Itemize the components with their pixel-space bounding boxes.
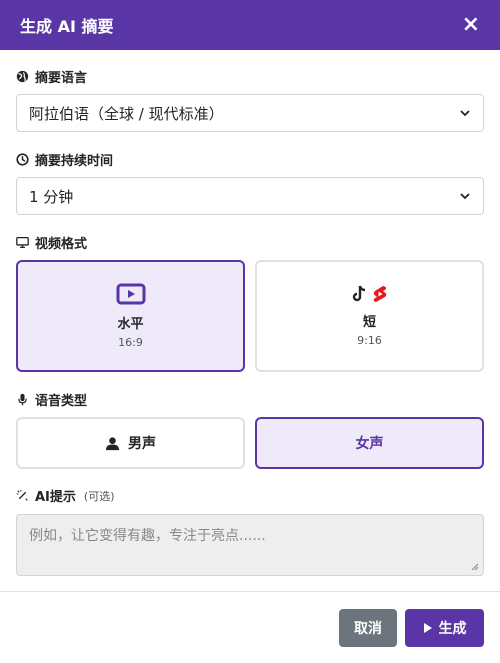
close-button[interactable]: × xyxy=(462,14,480,36)
voice-option-female[interactable]: 女声 xyxy=(255,417,484,469)
duration-select[interactable]: 1 分钟 xyxy=(16,177,484,215)
format-option-name: 水平 xyxy=(117,317,144,332)
voice-type-label: 语音类型 xyxy=(35,394,88,409)
format-option-ratio: 9:16 xyxy=(357,334,382,347)
footer-divider xyxy=(0,591,500,592)
ai-prompt-label: AI提示 xyxy=(35,490,76,505)
cancel-button[interactable]: 取消 xyxy=(339,609,397,647)
duration-select-value: 1 分钟 xyxy=(29,187,74,206)
video-format-label: 视频格式 xyxy=(35,237,88,252)
youtube-play-icon xyxy=(116,283,145,305)
voice-option-male[interactable]: 男声 xyxy=(16,417,245,469)
shorts-icon xyxy=(373,286,386,302)
microphone-icon xyxy=(18,393,27,406)
language-label: 摘要语言 xyxy=(35,71,88,86)
video-format-label-row: 视频格式 xyxy=(16,233,87,252)
generate-button[interactable]: 生成 xyxy=(405,609,484,647)
ai-prompt-placeholder: 例如，让它变得有趣，专注于亮点...... xyxy=(29,528,266,544)
short-icons xyxy=(352,285,388,303)
chevron-down-icon xyxy=(460,193,470,200)
language-select-value: 阿拉伯语（全球 / 现代标准） xyxy=(29,104,224,123)
ai-summary-dialog: 生成 AI 摘要 × 摘要语言 阿拉伯语（全球 / 现代标准） 摘要持续时间 1… xyxy=(0,0,500,663)
format-option-horizontal[interactable]: 水平 16:9 xyxy=(16,260,245,372)
clock-icon xyxy=(16,153,29,166)
voice-type-label-row: 语音类型 xyxy=(16,390,87,409)
voice-option-name: 女声 xyxy=(355,436,384,452)
tiktok-icon xyxy=(352,285,365,302)
cancel-button-label: 取消 xyxy=(354,621,382,637)
ai-prompt-textarea[interactable]: 例如，让它变得有趣，专注于亮点...... xyxy=(16,514,484,576)
ai-prompt-optional: (可选) xyxy=(83,489,115,503)
play-icon xyxy=(423,623,432,633)
ai-prompt-label-row: AI提示 (可选) xyxy=(16,486,115,505)
magic-wand-icon xyxy=(16,489,28,501)
monitor-icon xyxy=(16,236,29,249)
globe-icon xyxy=(16,70,29,83)
language-select[interactable]: 阿拉伯语（全球 / 现代标准） xyxy=(16,94,484,132)
voice-option-name: 男声 xyxy=(128,436,156,452)
format-option-ratio: 16:9 xyxy=(118,336,143,349)
language-label-row: 摘要语言 xyxy=(16,67,87,86)
duration-label-row: 摘要持续时间 xyxy=(16,150,113,169)
dialog-title: 生成 AI 摘要 xyxy=(20,17,114,36)
dialog-header: 生成 AI 摘要 × xyxy=(0,0,500,50)
chevron-down-icon xyxy=(460,110,470,117)
resize-handle-icon[interactable] xyxy=(471,563,479,571)
format-option-short[interactable]: 短 9:16 xyxy=(255,260,484,372)
duration-label: 摘要持续时间 xyxy=(35,154,114,169)
user-icon xyxy=(105,436,120,450)
generate-button-label: 生成 xyxy=(438,621,467,637)
format-option-name: 短 xyxy=(362,315,376,330)
